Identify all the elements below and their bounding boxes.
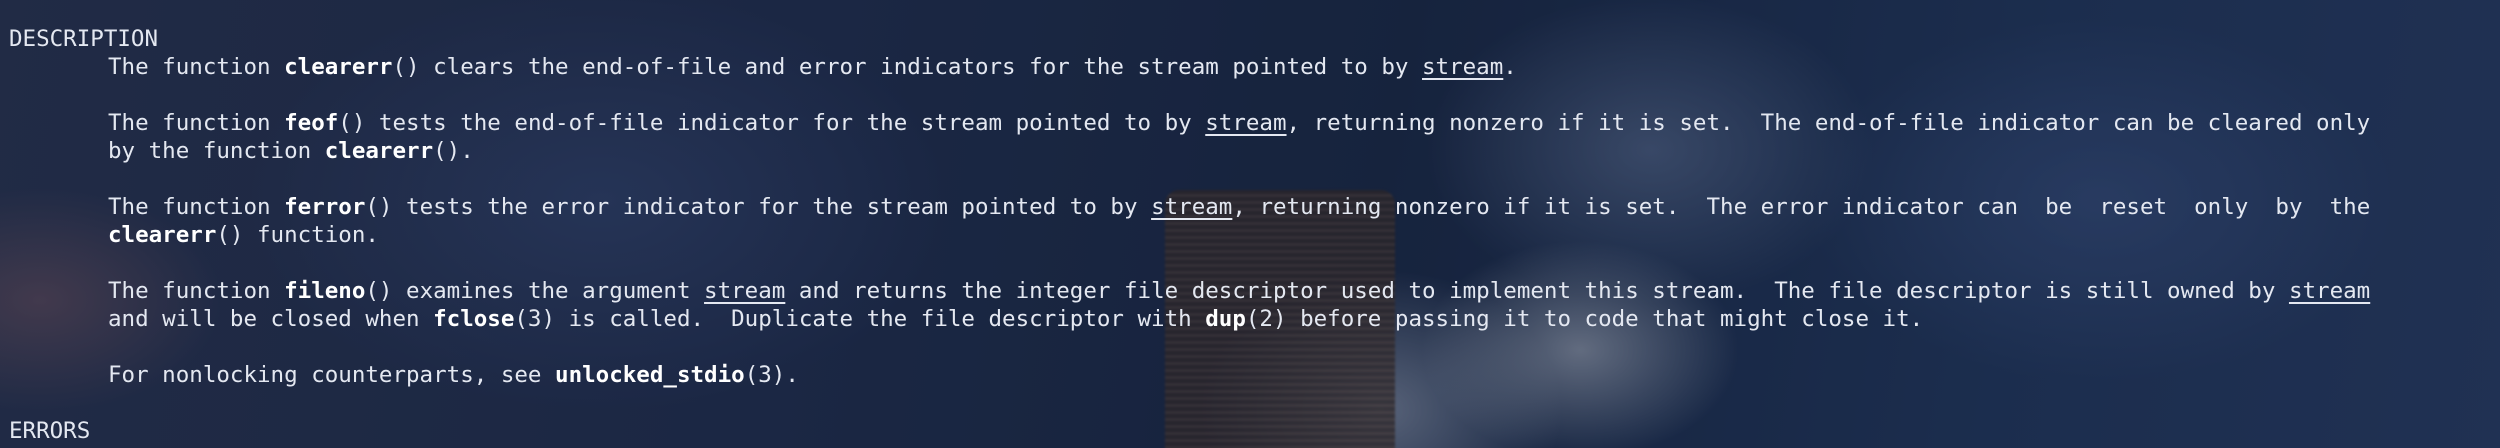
text-run: (3). (744, 362, 799, 388)
paragraph-fileno-line-1: The function fileno() examines the argum… (108, 277, 2370, 305)
text-run: () function. (216, 222, 379, 248)
paragraph-feof-line-2: by the function clearerr(). (108, 137, 474, 165)
text-run: () tests the error indicator for the str… (365, 194, 1152, 220)
argument-name: stream (1151, 194, 1233, 220)
paragraph-fileno-line-2: and will be closed when fclose(3) is cal… (108, 305, 1923, 333)
function-name: ferror (284, 194, 366, 220)
text-run: , returning nonzero if it is set. The en… (1286, 110, 2371, 136)
terminal-man-page[interactable]: DESCRIPTION The function clearerr() clea… (0, 0, 2500, 448)
text-run: The function (108, 54, 285, 80)
section-heading-description: DESCRIPTION (9, 25, 158, 53)
text-run: The function (108, 110, 285, 136)
text-run: For nonlocking counterparts, see (108, 362, 556, 388)
function-name: clearerr (284, 54, 393, 80)
text-run: (2) before passing it to code that might… (1245, 306, 1924, 332)
text-run: and will be closed when (108, 306, 434, 332)
section-heading-label: DESCRIPTION (9, 26, 159, 52)
function-name: fileno (284, 278, 366, 304)
function-name: unlocked_stdio (555, 362, 745, 388)
text-run: by the function (108, 138, 325, 164)
argument-name: stream (704, 278, 786, 304)
text-run: () tests the end-of-file indicator for t… (338, 110, 1206, 136)
text-run: The function (108, 194, 285, 220)
paragraph-clearerr: The function clearerr() clears the end-o… (108, 53, 1517, 81)
argument-name: stream (1205, 110, 1287, 136)
section-heading-errors: ERRORS (9, 417, 90, 445)
argument-name: stream (1422, 54, 1504, 80)
paragraph-ferror-line-2: clearerr() function. (108, 221, 379, 249)
function-name: feof (284, 110, 339, 136)
function-name: fclose (433, 306, 515, 332)
text-run: (). (433, 138, 474, 164)
text-run: , returning nonzero if it is set. The er… (1232, 194, 2371, 220)
text-run: () clears the end-of-file and error indi… (392, 54, 1422, 80)
paragraph-nonlocking: For nonlocking counterparts, see unlocke… (108, 361, 799, 389)
text-run: () examines the argument (365, 278, 705, 304)
paragraph-ferror-line-1: The function ferror() tests the error in… (108, 193, 2370, 221)
section-heading-label: ERRORS (9, 418, 91, 444)
function-name: dup (1205, 306, 1246, 332)
paragraph-feof-line-1: The function feof() tests the end-of-fil… (108, 109, 2370, 137)
text-run: . (1503, 54, 1517, 80)
function-name: clearerr (108, 222, 217, 248)
argument-name: stream (2288, 278, 2371, 304)
text-run: and returns the integer file descriptor … (785, 278, 2289, 304)
text-run: The function (108, 278, 285, 304)
text-run: (3) is called. Duplicate the file descri… (514, 306, 1206, 332)
function-name: clearerr (324, 138, 434, 164)
